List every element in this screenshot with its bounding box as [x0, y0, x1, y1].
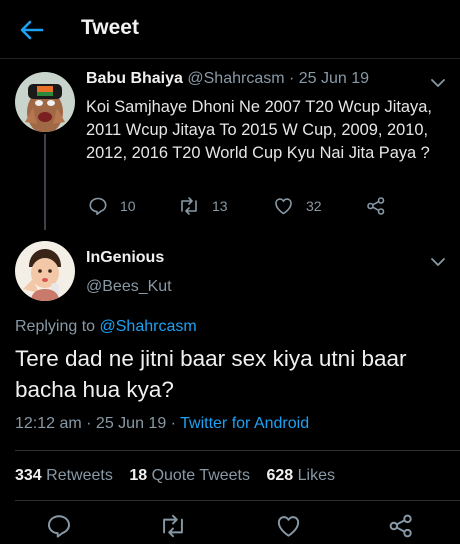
back-arrow-icon[interactable]	[18, 16, 46, 44]
tweet-header: Babu Bhaiya @Shahrcasm · 25 Jun 19	[86, 70, 369, 88]
quotes-label: Quote Tweets	[151, 467, 250, 484]
replying-prefix: Replying to	[15, 318, 100, 335]
quotes-stat[interactable]: 18 Quote Tweets	[129, 467, 250, 484]
engagement-stats: 334 Retweets 18 Quote Tweets 628 Likes	[15, 467, 335, 485]
tweet-date[interactable]: 25 Jun 19	[299, 70, 369, 87]
share-action[interactable]	[366, 195, 398, 217]
heart-icon	[277, 516, 300, 537]
likes-count: 628	[266, 467, 294, 484]
like-count: 32	[306, 198, 322, 214]
tweet-text: Koi Samjhaye Dhoni Ne 2007 T20 Wcup Jita…	[86, 98, 432, 162]
author-handle[interactable]: @Shahrcasm	[187, 70, 284, 87]
retweets-count: 334	[15, 467, 42, 484]
author-name[interactable]: Babu Bhaiya	[86, 70, 183, 87]
reply-count: 10	[120, 198, 136, 214]
reply-action[interactable]: 10	[88, 195, 136, 217]
heart-icon	[275, 198, 292, 215]
chevron-down-icon[interactable]	[430, 75, 446, 87]
quotes-count: 18	[129, 467, 148, 484]
chevron-down-icon[interactable]	[430, 254, 446, 266]
tweet-meta: 12:12 am · 25 Jun 19 · Twitter for Andro…	[15, 415, 309, 433]
retweet-count: 13	[212, 198, 228, 214]
retweet-action[interactable]: 13	[178, 195, 228, 217]
author-name[interactable]: InGenious	[86, 249, 164, 267]
like-action[interactable]: 32	[273, 195, 322, 217]
retweets-stat[interactable]: 334 Retweets	[15, 467, 113, 484]
share-icon	[367, 197, 385, 215]
retweets-label: Retweets	[46, 467, 113, 484]
tweet-source-link[interactable]: Twitter for Android	[180, 415, 309, 432]
avatar[interactable]	[15, 241, 75, 301]
likes-stat[interactable]: 628 Likes	[266, 467, 335, 484]
divider	[15, 500, 460, 501]
share-icon	[389, 514, 412, 538]
like-button[interactable]	[275, 513, 301, 539]
thread-connector-line	[44, 134, 46, 230]
author-handle[interactable]: @Bees_Kut	[86, 278, 172, 296]
divider	[15, 450, 460, 451]
replying-to-link[interactable]: @Shahrcasm	[100, 318, 197, 335]
page-title: Tweet	[81, 16, 139, 39]
speech-bubble-icon	[48, 515, 70, 538]
speech-bubble-icon	[89, 197, 107, 215]
retweet-icon	[163, 514, 183, 538]
tweet-timestamp[interactable]: 12:12 am · 25 Jun 19 ·	[15, 415, 180, 432]
retweet-icon	[181, 197, 197, 215]
separator: ·	[284, 70, 299, 87]
share-button[interactable]	[388, 513, 414, 539]
reply-button[interactable]	[46, 513, 72, 539]
likes-label: Likes	[297, 467, 335, 484]
retweet-button[interactable]	[159, 513, 185, 539]
avatar[interactable]	[15, 72, 75, 132]
replying-to-line: Replying to @Shahrcasm	[15, 318, 197, 336]
app-header: Tweet	[0, 0, 460, 59]
tweet-text: Tere dad ne jitni baar sex kiya utni baa…	[15, 346, 407, 402]
